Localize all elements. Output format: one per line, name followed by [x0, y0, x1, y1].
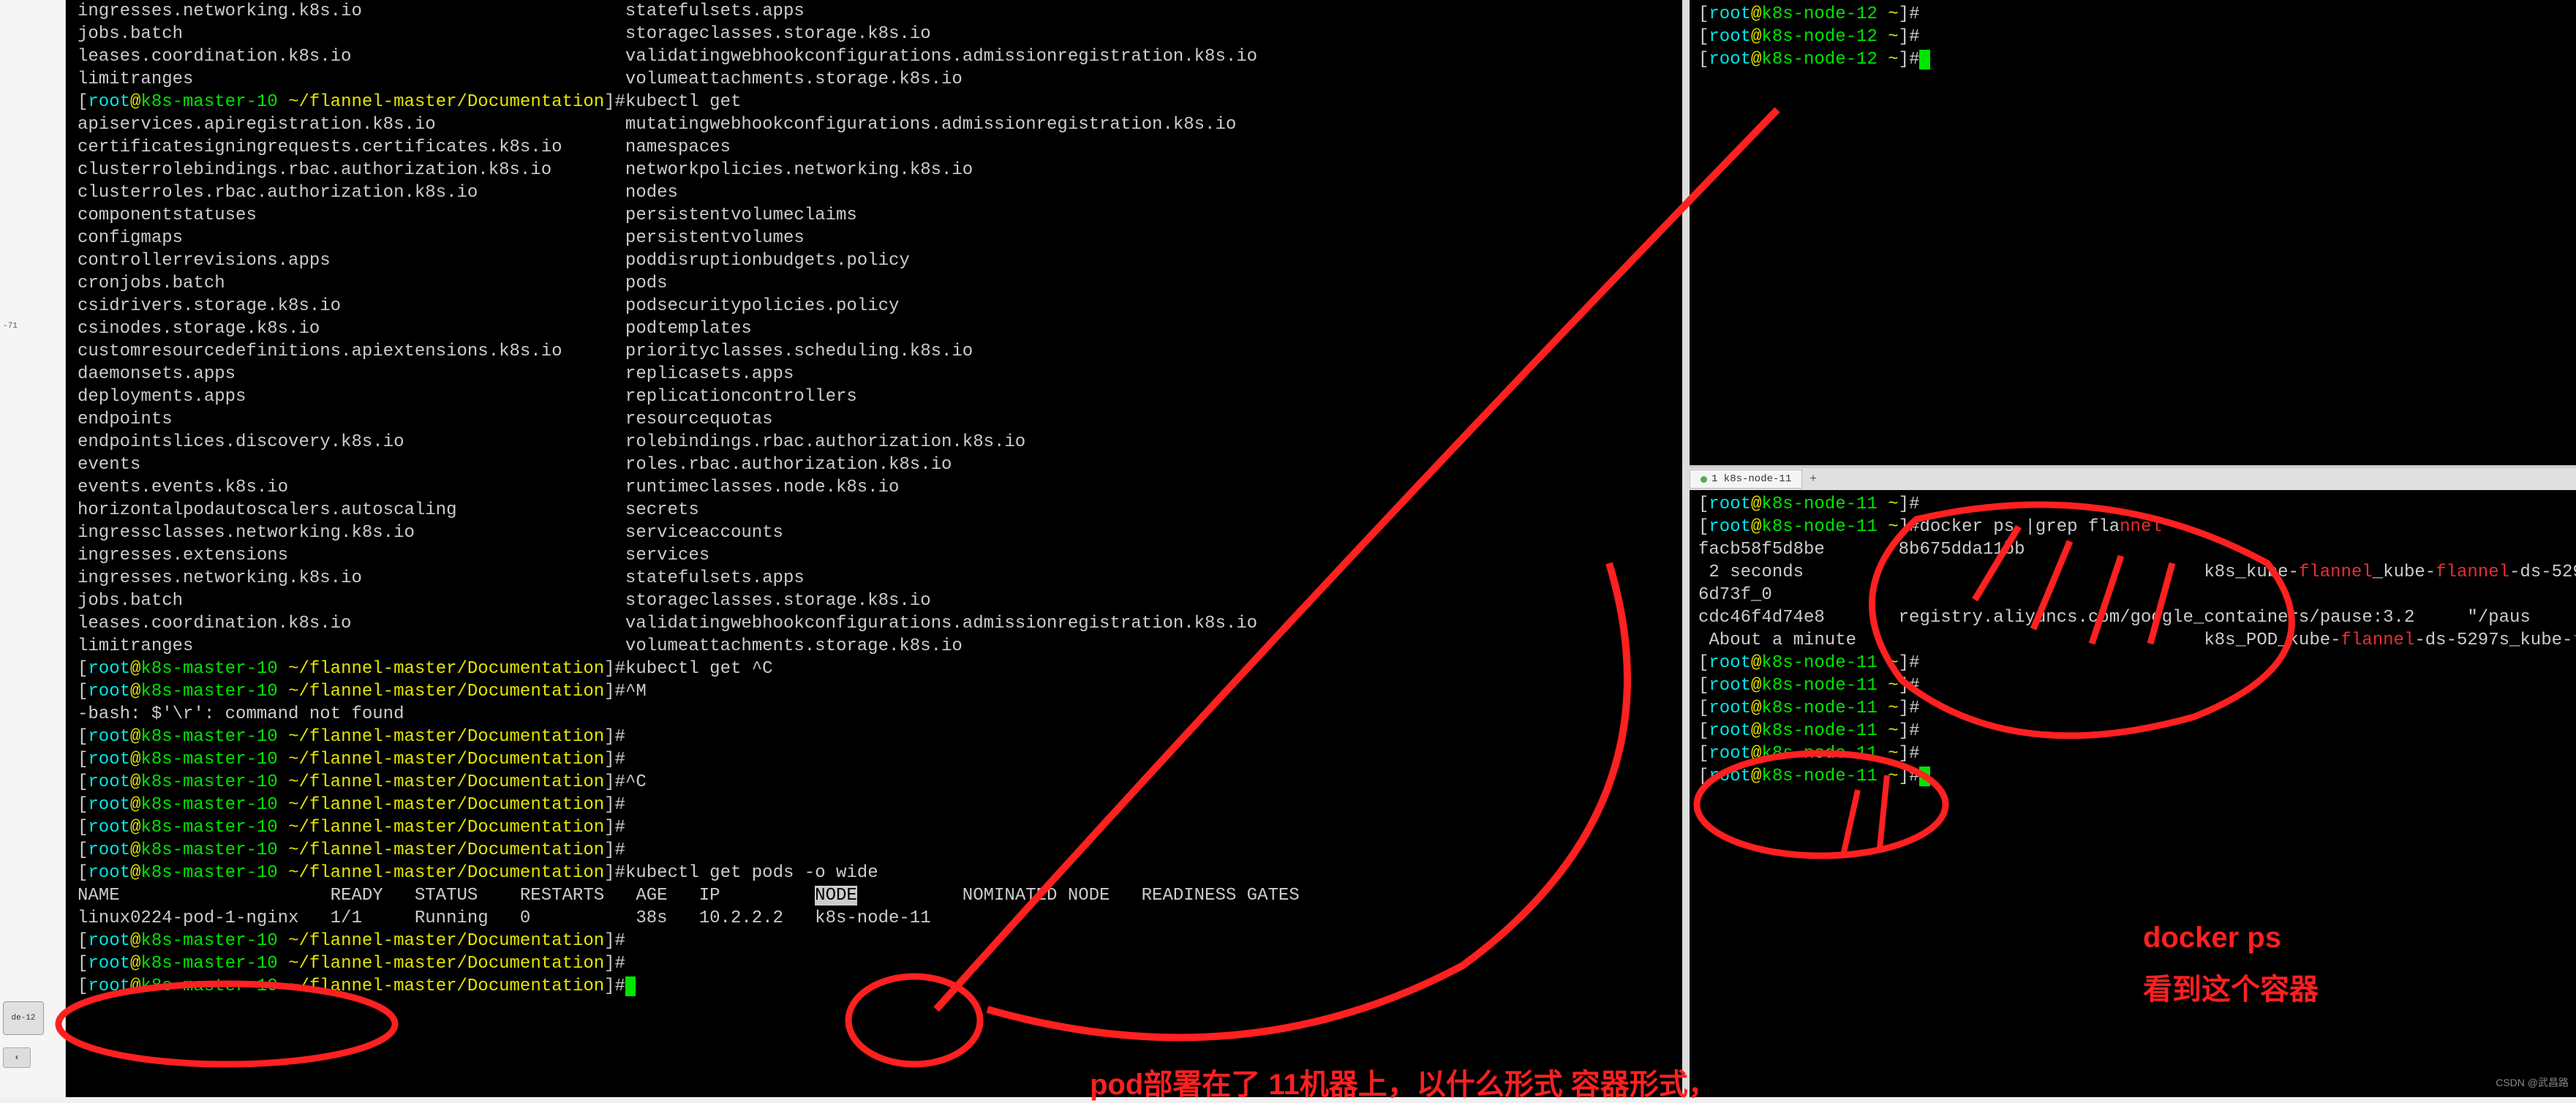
- terminal-tabs: 1 k8s-node-11 +: [1690, 468, 2576, 490]
- tab-add-button[interactable]: +: [1802, 470, 1824, 489]
- sidebar-tab[interactable]: de-12: [3, 1001, 44, 1035]
- nav-back-btn[interactable]: ‹: [3, 1047, 31, 1068]
- tab-node-11[interactable]: 1 k8s-node-11: [1690, 470, 1802, 489]
- chevron-left-icon: ‹: [14, 1053, 19, 1063]
- sidebar-text: -71: [3, 322, 18, 331]
- right-bottom-terminal[interactable]: [root@k8s-node-11 ~]#[root@k8s-node-11 ~…: [1690, 490, 2576, 1097]
- main-terminal[interactable]: ingresses.networking.k8s.io statefulsets…: [66, 0, 1682, 1097]
- vertical-splitter[interactable]: [1682, 0, 1690, 1097]
- status-dot-icon: [1701, 476, 1707, 483]
- right-top-terminal[interactable]: [root@k8s-node-12 ~]#[root@k8s-node-12 ~…: [1690, 0, 2576, 468]
- watermark: CSDN @武昌路: [2496, 1075, 2569, 1090]
- left-sidebar: -71 ‹ de-12: [0, 0, 66, 1097]
